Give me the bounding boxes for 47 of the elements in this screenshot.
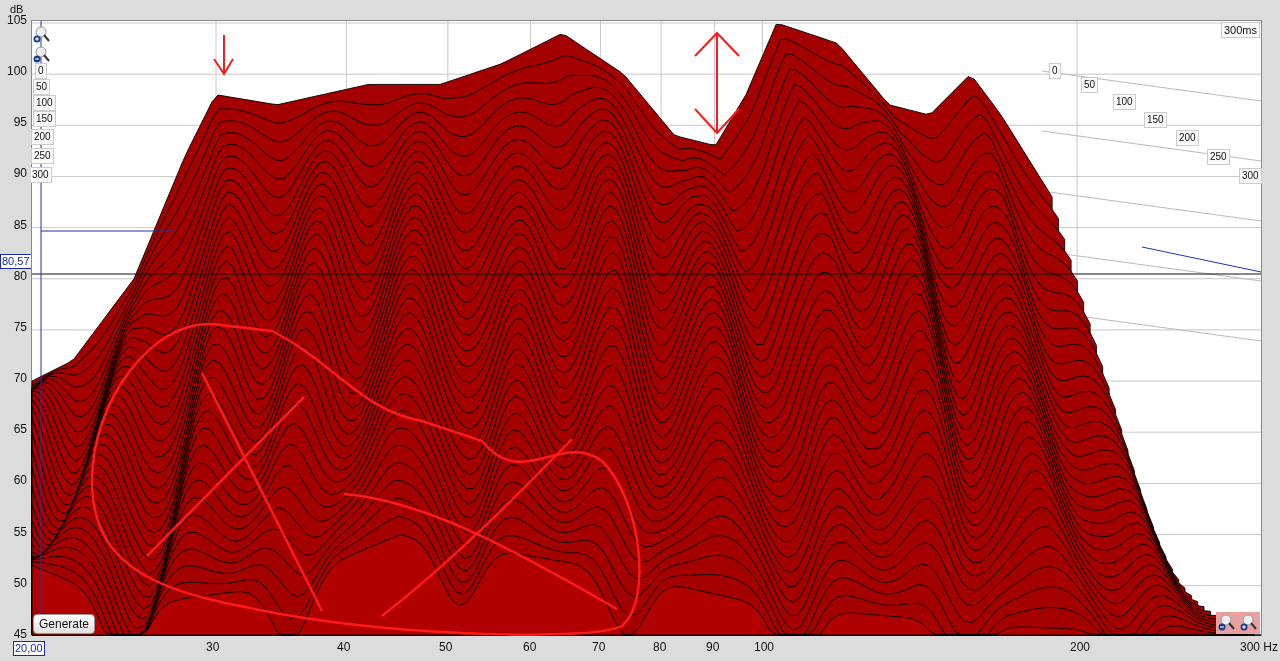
time-label: 150 (33, 111, 56, 127)
y-axis-tick: 100 (6, 64, 27, 79)
y-axis-tick: 85 (13, 217, 27, 232)
time-label: 50 (1081, 77, 1099, 93)
zoom-out-icon[interactable] (33, 46, 51, 64)
y-axis-tick: 90 (13, 166, 27, 181)
time-label: 300 (31, 167, 52, 183)
x-axis-tick: 60 (523, 640, 537, 654)
x-axis-tick: 40 (337, 640, 351, 654)
annotation-arrow (213, 34, 234, 76)
y-axis-tick: 80 (13, 268, 27, 283)
zoom-in-icon[interactable] (1240, 614, 1258, 632)
time-label: 200 (1176, 130, 1199, 146)
frequency-readout: 20,00 (13, 641, 45, 656)
x-axis-tick: 300 Hz (1239, 640, 1278, 654)
y-axis-tick: 60 (13, 473, 27, 488)
y-axis-tick: 105 (6, 13, 27, 27)
level-readout: 80,57 (0, 254, 32, 269)
time-label: 100 (1113, 94, 1136, 110)
x-axis-tick: 100 (754, 640, 775, 654)
time-label: 0 (35, 63, 47, 79)
time-label: 300 (1239, 168, 1262, 184)
x-axis-tick: 50 (439, 640, 453, 654)
x-axis-tick: 30 (206, 640, 220, 654)
zoom-in-icon[interactable] (33, 26, 51, 44)
y-axis-tick: 65 (13, 422, 27, 437)
generate-button[interactable]: Generate (33, 614, 96, 634)
y-axis-tick: 45 (13, 626, 27, 641)
y-axis-tick: 55 (13, 524, 27, 539)
time-label: 50 (33, 79, 51, 95)
y-axis-tick: 75 (13, 319, 27, 334)
time-label: 0 (1049, 63, 1061, 79)
y-axis-tick: 95 (13, 115, 27, 130)
time-label: 250 (31, 148, 54, 164)
time-span-label: 300ms (1220, 22, 1260, 38)
time-label: 200 (31, 129, 54, 145)
x-axis-tick: 200 (1070, 640, 1091, 654)
time-label: 150 (1144, 112, 1167, 128)
zoom-out-icon[interactable] (1218, 614, 1236, 632)
y-axis-unit: dB (10, 3, 24, 15)
x-axis-tick: 70 (592, 640, 606, 654)
x-axis-tick: 90 (706, 640, 720, 654)
time-label: 250 (1207, 149, 1230, 165)
y-axis-tick: 50 (13, 575, 27, 590)
y-axis-tick: 70 (13, 371, 27, 386)
time-label: 100 (33, 95, 56, 111)
x-axis-tick: 80 (653, 640, 667, 654)
